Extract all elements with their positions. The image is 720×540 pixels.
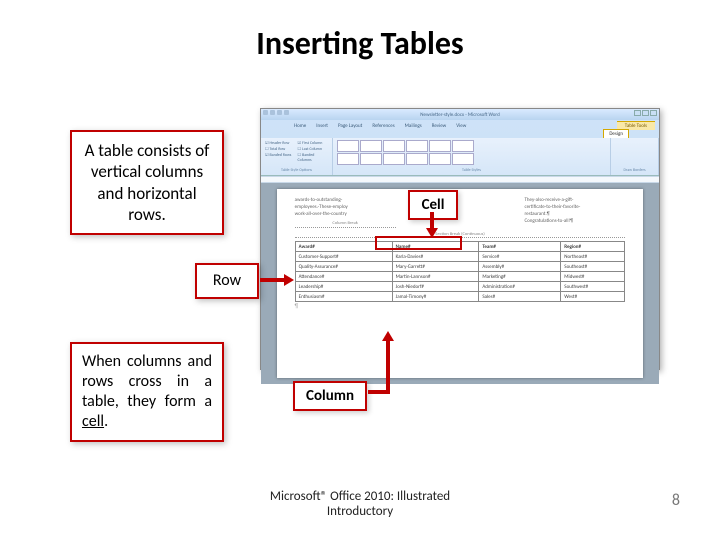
paragraph-mark: ¶ xyxy=(295,302,626,310)
ribbon-subtabs: Design xyxy=(261,130,659,138)
footer-line2: Introductory xyxy=(0,504,720,520)
table-row: Quality-Assurance#Mary-Garrett#Assembly#… xyxy=(295,262,625,272)
cell-highlight xyxy=(375,236,462,250)
ribbon-tab: View xyxy=(453,122,469,130)
ruler xyxy=(261,176,659,183)
ribbon-tab: Review xyxy=(429,122,450,130)
arrow-column xyxy=(386,340,390,382)
body-text: awards-to-outstanding- employees.-These-… xyxy=(295,197,626,231)
callout-definition: A table consists of vertical columns and… xyxy=(70,130,224,235)
table-styles-gallery xyxy=(337,140,487,165)
arrow-row xyxy=(260,278,286,282)
arrowhead-icon xyxy=(382,331,394,341)
contextual-tab: Design xyxy=(603,129,629,138)
ribbon-tab: References xyxy=(369,122,397,130)
ribbon-tabs: Home Insert Page Layout References Maili… xyxy=(261,120,659,130)
data-table: Award#Name#Team#Region# Customer-Support… xyxy=(295,241,626,302)
table-row: Attendance#Martin-Lannson#Marketing#Midw… xyxy=(295,272,625,282)
ribbon: ☑ Header Row ☑ First Column ☐ Total Row … xyxy=(261,138,659,176)
word-titlebar: Newsletter-style.docx - Microsoft Word xyxy=(261,109,659,120)
arrowhead-icon xyxy=(284,274,294,286)
quick-access-toolbar xyxy=(263,110,289,115)
slide-title: Inserting Tables xyxy=(0,0,720,63)
arrowhead-icon xyxy=(426,228,438,238)
ribbon-tab: Mailings xyxy=(402,122,425,130)
table-row: Enthusiasm#Jamal-Timony#Sales#West# xyxy=(295,292,625,302)
table-row: Leadership#Josh-Niedorf#Administration#S… xyxy=(295,282,625,292)
ribbon-tab: Insert xyxy=(313,122,331,130)
window-buttons xyxy=(634,110,657,116)
page: awards-to-outstanding- employees.-These-… xyxy=(277,189,644,378)
callout-row: Row xyxy=(195,263,259,299)
table-row: Customer-Support#Karla-Davies#Service#No… xyxy=(295,252,625,262)
page-number: 8 xyxy=(672,491,680,510)
footer: Microsoft® Office 2010: Illustrated Intr… xyxy=(0,489,720,520)
document-area: awards-to-outstanding- employees.-These-… xyxy=(261,183,659,384)
ribbon-tab: Page Layout xyxy=(335,122,365,130)
arrow-column-v2 xyxy=(386,380,390,394)
callout-cell-definition: When columns and rows cross in a table, … xyxy=(70,342,224,442)
word-title-text: Newsletter-style.docx - Microsoft Word xyxy=(420,112,499,118)
label-column: Column xyxy=(293,381,367,411)
footer-line1: Microsoft® Office 2010: Illustrated xyxy=(0,489,720,505)
ribbon-tab: Home xyxy=(291,122,309,130)
